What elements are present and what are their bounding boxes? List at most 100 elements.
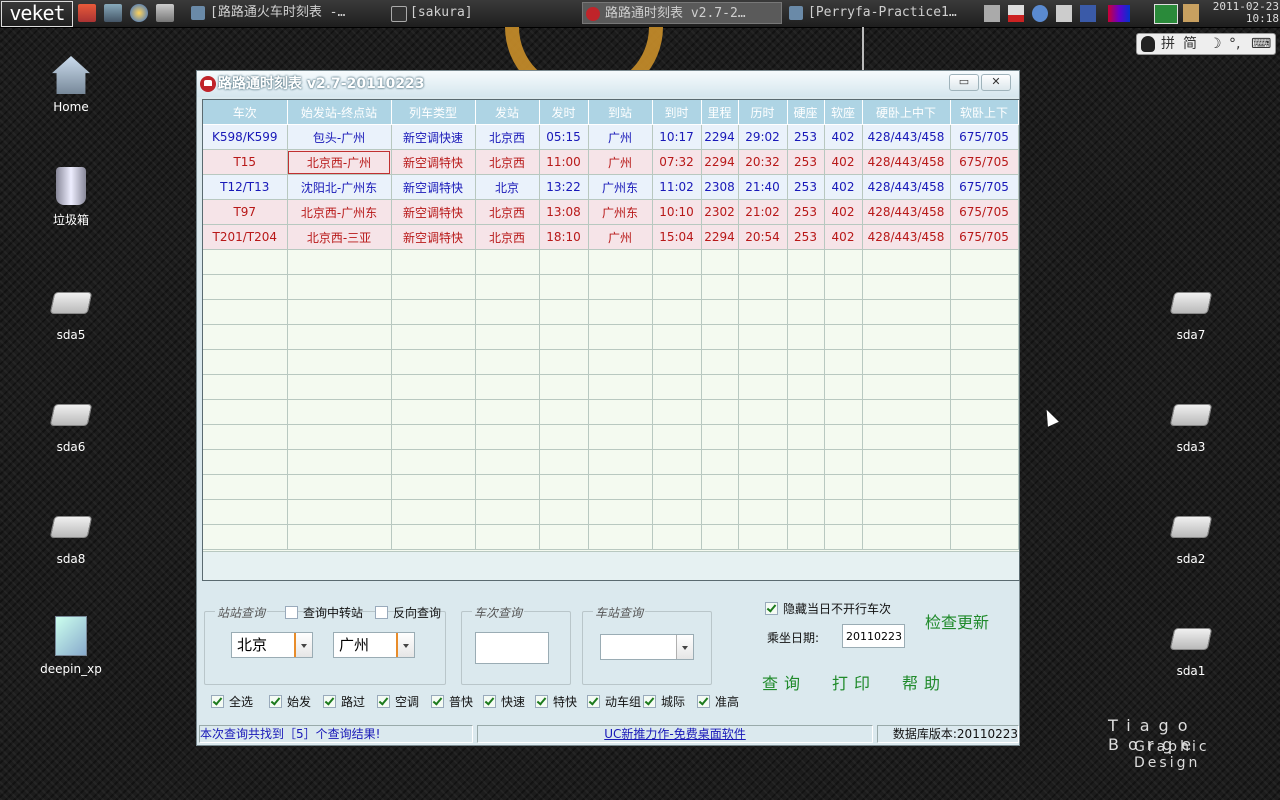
table-cell[interactable]: 北京西 [475, 224, 540, 250]
desktop-icon[interactable] [156, 4, 174, 22]
desktop-icon-sda8[interactable]: sda8 [26, 504, 116, 566]
column-header[interactable]: 列车类型 [391, 100, 476, 125]
filter-checkbox[interactable] [483, 695, 496, 708]
table-cell[interactable]: 21:02 [738, 199, 788, 225]
column-header[interactable]: 软卧上下 [950, 100, 1019, 125]
table-cell[interactable]: 北京西-三亚 [287, 224, 392, 250]
battery-icon[interactable] [1008, 5, 1024, 22]
desktop-icon-sda1[interactable]: sda1 [1146, 616, 1236, 678]
hide-trains-checkbox[interactable] [765, 602, 778, 615]
table-cell[interactable]: 10:17 [652, 124, 702, 150]
query-button[interactable]: 查询 [762, 670, 806, 694]
column-header[interactable]: 发站 [475, 100, 540, 125]
table-cell[interactable]: 新空调特快 [391, 174, 476, 200]
column-header[interactable]: 到时 [652, 100, 702, 125]
table-cell[interactable]: 包头-广州 [287, 124, 392, 150]
table-cell[interactable]: 428/443/458 [862, 174, 951, 200]
column-header[interactable]: 车次 [203, 100, 288, 125]
close-button[interactable]: ✕ [981, 74, 1011, 91]
table-cell[interactable]: 29:02 [738, 124, 788, 150]
table-cell[interactable]: T201/T204 [203, 224, 288, 250]
table-cell[interactable]: 675/705 [950, 199, 1019, 225]
table-row[interactable]: T12/T13 沈阳北-广州东 新空调特快 北京 13:22 广州东 11:02 2308 21… [203, 174, 1019, 200]
minimize-button[interactable]: ▭ [949, 74, 979, 91]
table-cell[interactable]: 广州 [588, 224, 653, 250]
table-cell[interactable]: 广州东 [588, 199, 653, 225]
ad-link[interactable]: UC新推力作-免费桌面软件 [477, 725, 873, 743]
table-cell[interactable]: 253 [787, 174, 825, 200]
table-cell[interactable]: 新空调特快 [391, 224, 476, 250]
table-cell[interactable]: 253 [787, 224, 825, 250]
table-cell[interactable]: 11:00 [539, 149, 589, 175]
reverse-checkbox[interactable] [375, 606, 388, 619]
stop-station-combo[interactable] [600, 634, 694, 660]
filter-checkbox[interactable] [211, 695, 224, 708]
table-cell[interactable]: 13:22 [539, 174, 589, 200]
desktop-icon-sda3[interactable]: sda3 [1146, 392, 1236, 454]
column-header[interactable]: 里程 [701, 100, 739, 125]
to-station-combo[interactable]: 广州 [333, 632, 415, 658]
table-cell[interactable]: 2308 [701, 174, 739, 200]
filter-checkbox[interactable] [697, 695, 710, 708]
table-row[interactable]: K598/K599 包头-广州 新空调快速 北京西 05:15 广州 10:17 2294 29… [203, 124, 1019, 150]
table-cell[interactable]: 07:32 [652, 149, 702, 175]
table-cell[interactable]: 新空调特快 [391, 199, 476, 225]
chevron-down-icon[interactable] [396, 633, 414, 657]
table-cell[interactable]: 11:02 [652, 174, 702, 200]
table-cell[interactable]: 428/443/458 [862, 149, 951, 175]
column-header[interactable]: 软座 [824, 100, 863, 125]
column-header[interactable]: 始发站-终点站 [287, 100, 392, 125]
table-cell[interactable]: T12/T13 [203, 174, 288, 200]
table-cell[interactable]: 253 [787, 199, 825, 225]
table-cell[interactable]: 20:32 [738, 149, 788, 175]
clipboard-icon[interactable] [1183, 4, 1199, 22]
task-sakura[interactable]: [sakura] [388, 2, 578, 24]
window-titlebar[interactable]: 路路通时刻表 v2.7-20110223 ▭ ✕ [197, 71, 1019, 97]
desktop-icon-sda7[interactable]: sda7 [1146, 280, 1236, 342]
browser-icon[interactable] [130, 4, 148, 22]
penguin-icon[interactable] [1141, 36, 1155, 52]
print-button[interactable]: 打印 [832, 670, 876, 694]
pen-icon[interactable] [1080, 5, 1096, 22]
table-cell[interactable]: 253 [787, 149, 825, 175]
table-cell[interactable]: 675/705 [950, 224, 1019, 250]
table-cell[interactable]: 广州 [588, 124, 653, 150]
table-cell[interactable]: 北京西 [475, 199, 540, 225]
table-cell[interactable]: 402 [824, 224, 863, 250]
network-icon[interactable] [1032, 5, 1048, 22]
table-cell[interactable]: T15 [203, 149, 288, 175]
punctuation-icon[interactable]: °, [1229, 34, 1240, 54]
filter-checkbox[interactable] [269, 695, 282, 708]
table-cell[interactable]: 675/705 [950, 124, 1019, 150]
table-cell[interactable]: K598/K599 [203, 124, 288, 150]
table-cell[interactable]: T97 [203, 199, 288, 225]
clock[interactable]: 2011-02-23 10:18 [1207, 1, 1279, 25]
table-cell[interactable]: 10:10 [652, 199, 702, 225]
table-cell[interactable]: 2294 [701, 149, 739, 175]
train-number-input[interactable] [475, 632, 549, 664]
check-update-button[interactable]: 检查更新 [925, 609, 989, 633]
table-cell[interactable]: 沈阳北-广州东 [287, 174, 392, 200]
table-cell[interactable]: 428/443/458 [862, 224, 951, 250]
table-cell[interactable]: 05:15 [539, 124, 589, 150]
filter-checkbox[interactable] [643, 695, 656, 708]
table-row[interactable]: T15 北京西-广州 新空调特快 北京西 11:00 广州 07:32 2294 20:32 25… [203, 149, 1019, 175]
table-cell[interactable]: 675/705 [950, 149, 1019, 175]
column-header[interactable]: 硬卧上中下 [862, 100, 951, 125]
table-cell[interactable]: 北京西 [475, 124, 540, 150]
file-manager-icon[interactable] [104, 4, 122, 22]
table-row[interactable]: T201/T204 北京西-三亚 新空调特快 北京西 18:10 广州 15:04 2294 2… [203, 224, 1019, 250]
soft-keyboard-icon[interactable]: ⌨ [1251, 34, 1271, 54]
table-cell[interactable]: 2294 [701, 224, 739, 250]
filter-checkbox[interactable] [431, 695, 444, 708]
table-cell[interactable]: 402 [824, 124, 863, 150]
task-railway-active[interactable]: 路路通时刻表 v2.7-2… [582, 2, 782, 24]
column-header[interactable]: 硬座 [787, 100, 825, 125]
desktop-icon-sda2[interactable]: sda2 [1146, 504, 1236, 566]
column-header[interactable]: 历时 [738, 100, 788, 125]
filter-checkbox[interactable] [323, 695, 336, 708]
table-cell[interactable]: 2302 [701, 199, 739, 225]
table-cell[interactable]: 新空调特快 [391, 149, 476, 175]
screen-icon[interactable] [1154, 4, 1178, 24]
table-cell[interactable]: 21:40 [738, 174, 788, 200]
